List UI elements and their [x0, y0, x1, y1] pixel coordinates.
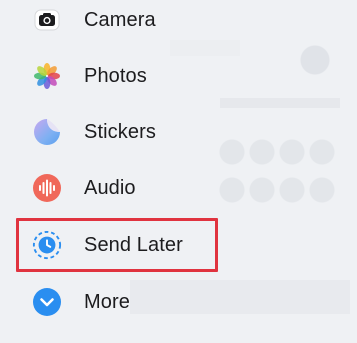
menu-item-label: Audio [84, 176, 136, 199]
menu-item-camera[interactable]: Camera [0, 0, 357, 40]
send-later-highlight-box [16, 218, 218, 272]
menu-item-label: Stickers [84, 120, 156, 143]
photos-icon [32, 61, 62, 91]
audio-waveform-icon [32, 173, 62, 203]
menu-item-label: More [84, 290, 130, 313]
menu-item-audio[interactable]: Audio [0, 168, 357, 208]
menu-item-photos[interactable]: Photos [0, 56, 357, 96]
chevron-down-icon [32, 287, 62, 317]
imessage-app-menu: Camera Photos Stickers Audio Send Later … [0, 0, 357, 343]
stickers-icon [32, 117, 62, 147]
menu-item-stickers[interactable]: Stickers [0, 112, 357, 152]
camera-icon [32, 5, 62, 35]
menu-item-label: Camera [84, 8, 156, 31]
menu-item-label: Photos [84, 64, 147, 87]
menu-item-more[interactable]: More [0, 282, 357, 322]
